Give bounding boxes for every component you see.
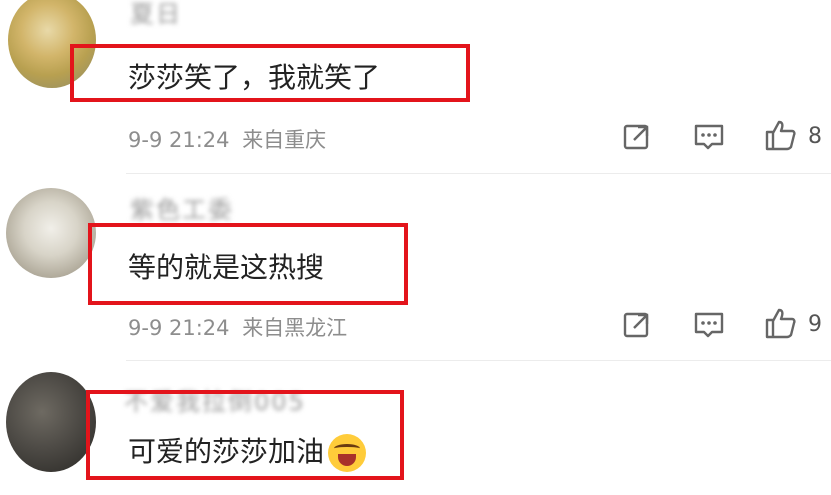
share-icon bbox=[623, 312, 649, 338]
comment-text: 可爱的莎莎加油 bbox=[128, 430, 367, 472]
comment-text-body: 可爱的莎莎加油 bbox=[128, 435, 325, 468]
comment-text: 莎莎笑了，我就笑了 bbox=[128, 61, 381, 94]
like-button[interactable] bbox=[764, 118, 798, 152]
location: 来自重庆 bbox=[242, 128, 327, 152]
comment-button[interactable] bbox=[692, 120, 726, 154]
avatar[interactable] bbox=[6, 188, 96, 278]
share-icon bbox=[623, 124, 649, 150]
comment-text: 等的就是这热搜 bbox=[128, 251, 325, 284]
share-button[interactable] bbox=[620, 308, 654, 342]
timestamp: 9-9 21:24 bbox=[128, 316, 230, 340]
timestamp: 9-9 21:24 bbox=[128, 128, 230, 152]
comment-icon bbox=[694, 312, 724, 338]
like-button[interactable] bbox=[764, 306, 798, 340]
thumbs-up-icon bbox=[765, 308, 796, 339]
comment-icon bbox=[694, 124, 724, 150]
thumbs-up-icon bbox=[765, 120, 796, 151]
share-button[interactable] bbox=[620, 120, 654, 154]
laughing-crying-emoji-icon bbox=[328, 434, 367, 472]
divider bbox=[126, 360, 831, 361]
location: 来自黑龙江 bbox=[242, 316, 348, 340]
comment-time: 9-9 21:24 来自重庆 bbox=[128, 124, 326, 154]
avatar[interactable] bbox=[6, 372, 96, 472]
comment-time: 9-9 21:24 来自黑龙江 bbox=[128, 312, 347, 342]
like-count: 9 bbox=[808, 312, 822, 337]
divider bbox=[126, 173, 831, 174]
comment-button[interactable] bbox=[692, 308, 726, 342]
like-count: 8 bbox=[808, 124, 822, 149]
username[interactable]: 夏日 bbox=[130, 0, 182, 29]
username[interactable]: 紫色工委 bbox=[130, 190, 234, 225]
